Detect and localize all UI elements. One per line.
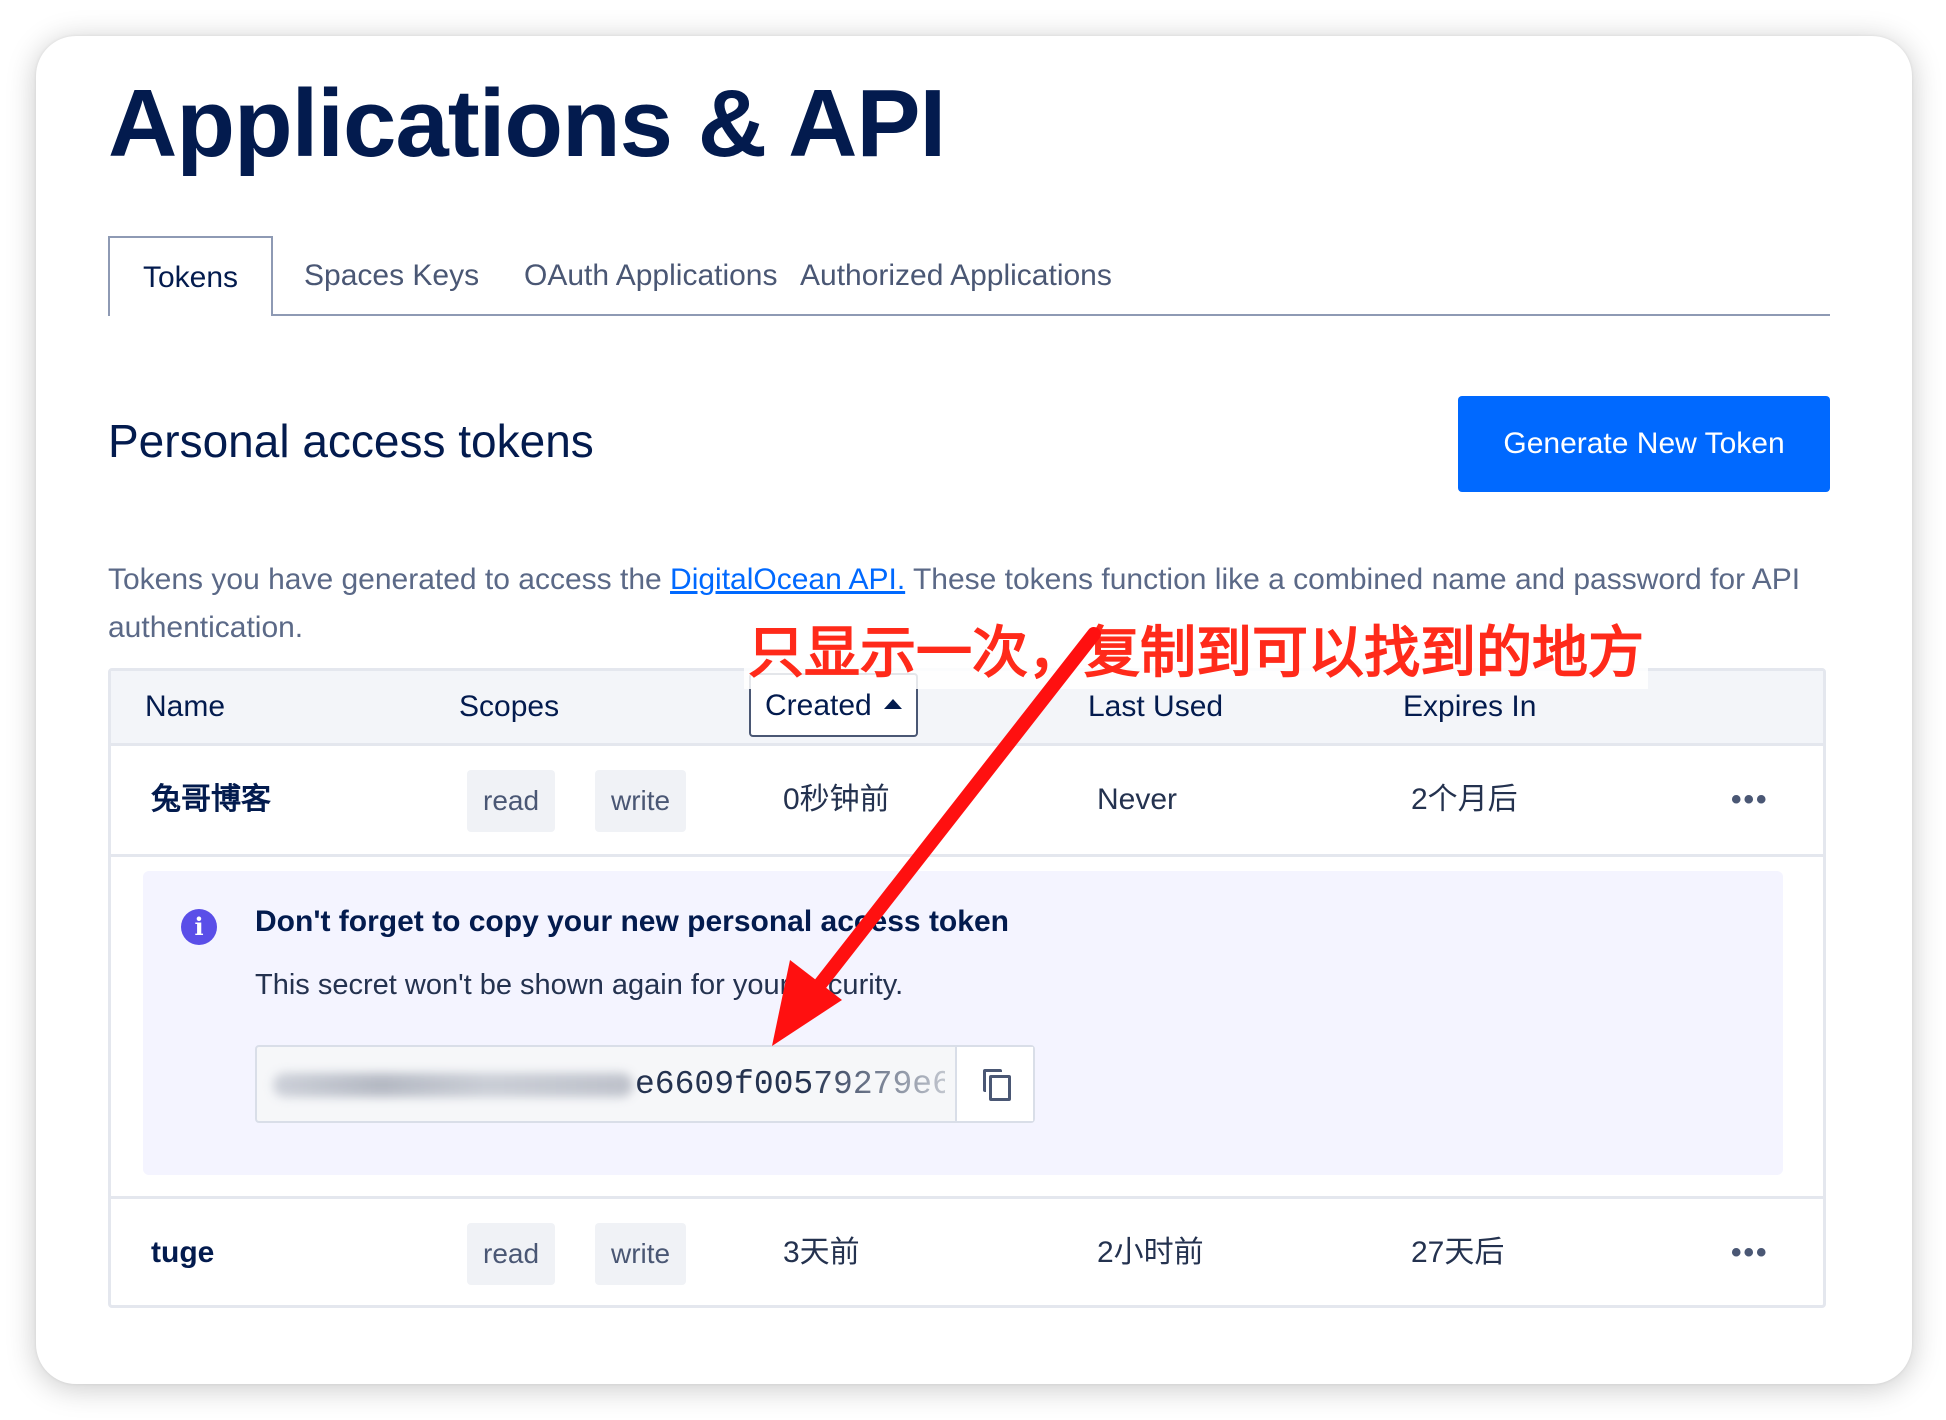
notice-title: Don't forget to copy your new personal a…	[255, 905, 1009, 938]
page-title: Applications & API	[108, 70, 946, 177]
token-name: 兔哥博客	[151, 783, 271, 816]
tab-tokens[interactable]: Tokens	[108, 236, 274, 316]
table-row: 兔哥博客 read write 0秒钟前 Never 2个月后 •••	[111, 746, 1823, 854]
header-name: Name	[145, 690, 226, 723]
generate-new-token-button[interactable]: Generate New Token	[1458, 396, 1830, 492]
notice-subtitle: This secret won't be shown again for you…	[255, 969, 904, 1001]
tokens-table: Name Scopes Created Last Used Expires In…	[108, 668, 1826, 1308]
digitalocean-api-link[interactable]: DigitalOcean API.	[670, 563, 905, 596]
tab-spaces-keys[interactable]: Spaces Keys	[304, 236, 479, 314]
section-title: Personal access tokens	[108, 415, 594, 467]
annotation-text: 只显示一次，复制到可以找到的地方	[744, 608, 1648, 689]
copy-icon-front	[989, 1075, 1011, 1101]
token-last-used: 2小时前	[1097, 1236, 1204, 1269]
token-expires-in: 27天后	[1411, 1236, 1505, 1269]
tab-authorized-applications[interactable]: Authorized Applications	[800, 236, 1112, 314]
token-expires-in: 2个月后	[1411, 783, 1518, 816]
token-name: tuge	[151, 1236, 215, 1269]
token-created: 0秒钟前	[783, 783, 890, 816]
row-divider	[111, 854, 1823, 857]
token-last-used: Never	[1097, 783, 1178, 816]
scope-badge-write: write	[595, 770, 687, 832]
scope-badge-write: write	[595, 1223, 687, 1285]
sort-ascending-icon	[883, 699, 902, 710]
header-scopes: Scopes	[459, 690, 560, 723]
token-value[interactable]: e6609f00579279e6	[635, 1047, 945, 1123]
info-icon: i	[181, 909, 217, 945]
scope-badge-read: read	[467, 1223, 556, 1285]
tab-oauth-applications[interactable]: OAuth Applications	[524, 236, 778, 314]
header-created-label: Created	[765, 689, 872, 722]
scope-badge-read: read	[467, 770, 556, 832]
main-card: Applications & API Tokens Spaces Keys OA…	[36, 36, 1912, 1384]
more-options-icon[interactable]: •••	[1731, 1199, 1769, 1307]
token-notice: i Don't forget to copy your new personal…	[143, 871, 1783, 1175]
tab-bar: Tokens Spaces Keys OAuth Applications Au…	[108, 236, 1830, 316]
copy-button[interactable]	[955, 1047, 1033, 1121]
token-field[interactable]: e6609f00579279e6	[255, 1045, 1035, 1123]
token-created: 3天前	[783, 1236, 860, 1269]
more-options-icon[interactable]: •••	[1731, 746, 1769, 854]
token-redacted-blur	[273, 1073, 633, 1097]
table-row: tuge read write 3天前 2小时前 27天后 •••	[111, 1199, 1823, 1307]
description-text-start: Tokens you have generated to access the	[108, 563, 671, 596]
